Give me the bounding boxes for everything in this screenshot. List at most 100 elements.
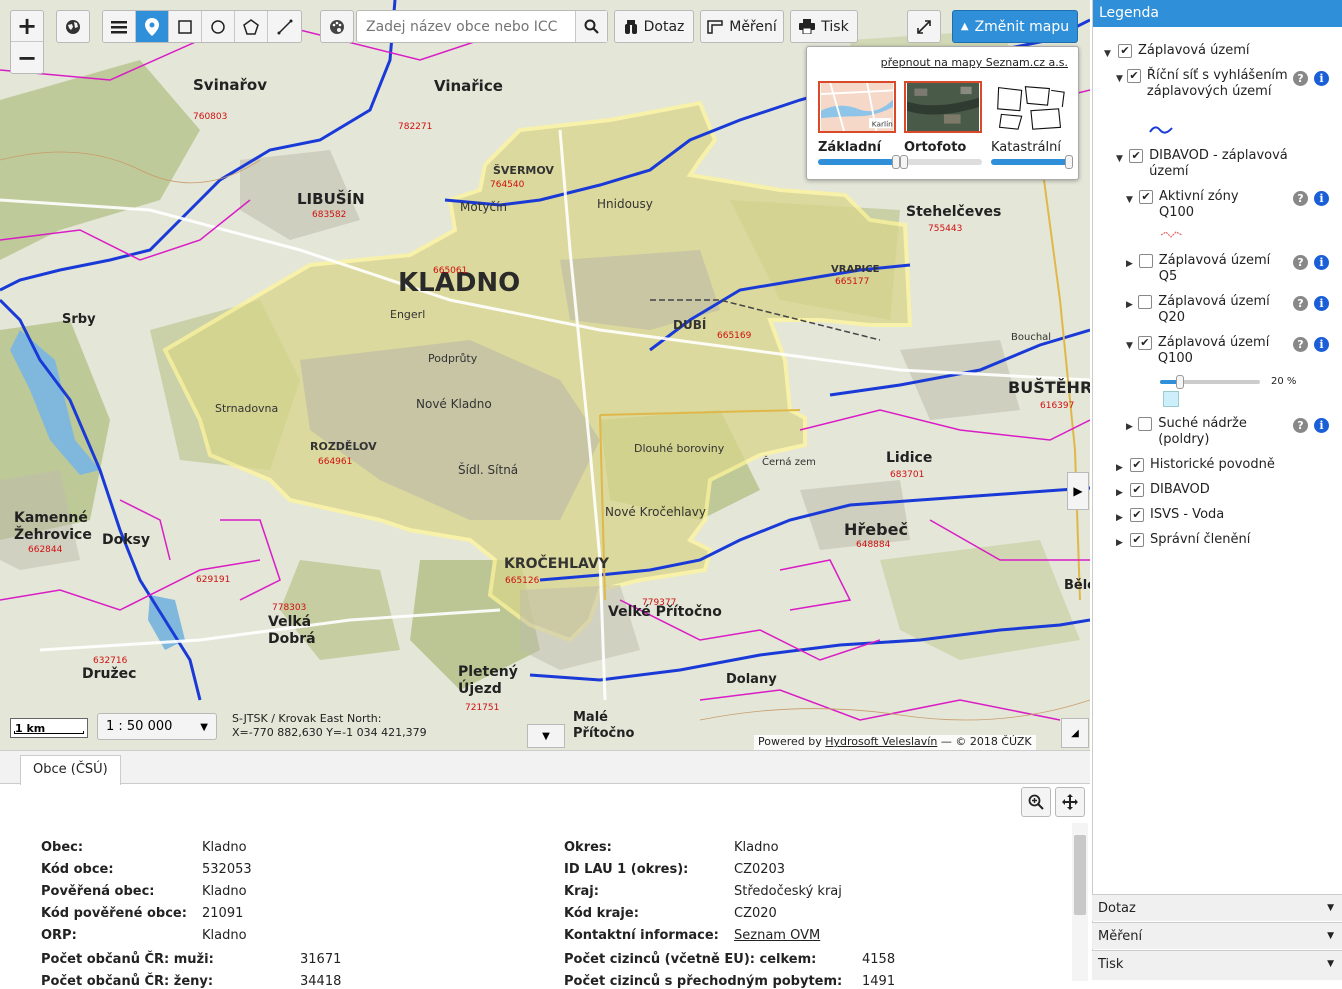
change-map-button[interactable]: ▲ Změnit mapu: [952, 10, 1078, 43]
circle-tool-button[interactable]: [202, 11, 235, 42]
basemap-zakladni-opacity[interactable]: [818, 155, 900, 169]
zoom-in-button[interactable]: +: [11, 11, 43, 42]
map-canvas[interactable]: KLADNO 665061 LIBUŠÍN 683582 Svinařov 76…: [0, 0, 1090, 750]
info-label: Pověřená obec:: [41, 884, 155, 899]
q100-opacity-value: 20 %: [1271, 376, 1297, 387]
tree-expanded-icon[interactable]: ▼: [1116, 151, 1125, 167]
place-label-vinarice: Vinařice: [434, 77, 503, 95]
mereni-button[interactable]: Měření: [700, 10, 784, 43]
vertical-scrollbar[interactable]: [1072, 823, 1088, 981]
checkbox-checked-icon[interactable]: ✔: [1137, 336, 1152, 350]
expand-right-button[interactable]: ▶: [1067, 472, 1089, 510]
tree-collapsed-icon[interactable]: ▶: [1126, 256, 1135, 272]
tree-expanded-icon[interactable]: ▼: [1126, 338, 1134, 354]
q100-opacity-slider[interactable]: [1160, 375, 1260, 389]
checkbox-checked-icon[interactable]: ✔: [1130, 508, 1144, 522]
checkbox-unchecked-icon[interactable]: [1138, 417, 1153, 431]
pan-to-feature-button[interactable]: [1055, 787, 1085, 817]
basemap-katastralni-opacity[interactable]: [991, 155, 1073, 169]
palette-button[interactable]: [320, 10, 354, 43]
basemap-ortofoto[interactable]: Ortofoto: [900, 81, 982, 169]
line-tool-button[interactable]: [268, 11, 301, 42]
attribution-link[interactable]: Hydrosoft Veleslavín: [825, 735, 937, 748]
legend-item-spravni-cleneni[interactable]: ▶ ✔ Správní členění: [1116, 532, 1250, 551]
scale-select[interactable]: 1 : 50 000 ▼: [97, 713, 217, 740]
menu-button[interactable]: [103, 11, 136, 42]
checkbox-checked-icon[interactable]: ✔: [1139, 190, 1154, 204]
info-icon[interactable]: i: [1314, 418, 1329, 433]
checkbox-checked-icon[interactable]: ✔: [1130, 483, 1144, 497]
legend-item-ricni-sit[interactable]: ▼ ✔ Říční síť s vyhlášením záplavových ú…: [1116, 68, 1296, 100]
seznam-ovm-link[interactable]: Seznam OVM: [734, 928, 820, 943]
place-code-druzec: 632716: [93, 656, 128, 666]
info-icon[interactable]: i: [1314, 255, 1329, 270]
polygon-tool-button[interactable]: [235, 11, 268, 42]
globe-button[interactable]: [56, 10, 90, 43]
accordion-mereni[interactable]: Měření ▼: [1092, 922, 1342, 949]
active-zone-swatch: [1160, 231, 1183, 238]
search-input[interactable]: [357, 11, 575, 42]
legend-item-q100[interactable]: ▼ ✔ Záplavová území Q100: [1126, 335, 1276, 367]
coords-value: X=-770 882,630 Y=-1 034 421,379: [232, 726, 427, 739]
info-icon[interactable]: i: [1314, 191, 1329, 206]
basemap-katastralni[interactable]: Katastrální: [991, 81, 1073, 169]
binoculars-icon: [624, 19, 637, 34]
tree-expanded-icon[interactable]: ▼: [1104, 46, 1114, 62]
rectangle-tool-button[interactable]: [169, 11, 202, 42]
checkbox-unchecked-icon[interactable]: [1138, 295, 1153, 309]
tree-collapsed-icon[interactable]: ▶: [1126, 419, 1134, 435]
tree-expanded-icon[interactable]: ▼: [1126, 192, 1135, 208]
checkbox-checked-icon[interactable]: ✔: [1126, 69, 1141, 83]
corner-resize-button[interactable]: ◢: [1061, 718, 1089, 748]
info-icon[interactable]: i: [1314, 71, 1329, 86]
place-label-doksy: Doksy: [102, 532, 151, 548]
checkbox-checked-icon[interactable]: ✔: [1130, 458, 1144, 472]
help-icon[interactable]: ?: [1293, 418, 1308, 433]
basemap-ortofoto-opacity[interactable]: [900, 155, 982, 169]
legend-item-zaplavova-uzemi[interactable]: ▼ ✔ Záplavová území: [1104, 43, 1249, 62]
seznam-maps-link[interactable]: přepnout na mapy Seznam.cz a.s.: [881, 56, 1068, 69]
place-label-hrebec: Hřebeč: [844, 520, 908, 539]
info-icon[interactable]: i: [1314, 337, 1329, 352]
scale-bar: 1 km: [10, 718, 88, 738]
tree-collapsed-icon[interactable]: ▶: [1116, 485, 1126, 501]
checkbox-checked-icon[interactable]: ✔: [1130, 533, 1144, 547]
legend-item-isvs-voda[interactable]: ▶ ✔ ISVS - Voda: [1116, 507, 1224, 526]
accordion-tisk[interactable]: Tisk ▼: [1092, 950, 1342, 980]
basemap-zakladni[interactable]: Karlín Základní: [818, 81, 900, 169]
legend-item-suche-nadrze[interactable]: ▶ Suché nádrže (poldry): [1126, 416, 1276, 448]
fullscreen-button[interactable]: [907, 10, 941, 43]
search-button[interactable]: [575, 11, 607, 42]
collapse-bottom-button[interactable]: ▼: [527, 724, 565, 748]
zoom-to-feature-button[interactable]: [1021, 787, 1051, 817]
help-icon[interactable]: ?: [1293, 71, 1308, 86]
help-icon[interactable]: ?: [1293, 337, 1308, 352]
checkbox-unchecked-icon[interactable]: [1138, 254, 1153, 268]
tree-expanded-icon[interactable]: ▼: [1116, 71, 1123, 87]
tree-collapsed-icon[interactable]: ▶: [1116, 510, 1126, 526]
dotaz-button[interactable]: Dotaz: [614, 10, 694, 43]
legend-item-aktivni-zony[interactable]: ▼ ✔ Aktivní zóny Q100: [1126, 189, 1266, 221]
legend-label: Správní členění: [1150, 532, 1251, 547]
legend-item-q20[interactable]: ▶ Záplavová území Q20: [1126, 294, 1276, 326]
point-tool-button[interactable]: [136, 11, 169, 42]
help-icon[interactable]: ?: [1293, 296, 1308, 311]
place-label-bustehrad: BUŠTĚHRAD: [1008, 378, 1090, 397]
accordion-dotaz[interactable]: Dotaz ▼: [1092, 894, 1342, 921]
tab-obce-csu[interactable]: Obce (ČSÚ): [20, 755, 121, 785]
tisk-button[interactable]: Tisk: [790, 10, 858, 43]
tree-collapsed-icon[interactable]: ▶: [1126, 297, 1134, 313]
checkbox-checked-icon[interactable]: ✔: [1129, 149, 1144, 163]
zoom-out-button[interactable]: −: [11, 42, 43, 73]
tree-collapsed-icon[interactable]: ▶: [1116, 535, 1126, 551]
legend-item-historicke-povodne[interactable]: ▶ ✔ Historické povodně: [1116, 457, 1275, 476]
info-icon[interactable]: i: [1314, 296, 1329, 311]
legend-item-q5[interactable]: ▶ Záplavová území Q5: [1126, 253, 1276, 285]
legend-item-dibavod-zaplavova[interactable]: ▼ ✔ DIBAVOD - záplavová území: [1116, 148, 1316, 180]
help-icon[interactable]: ?: [1293, 255, 1308, 270]
help-icon[interactable]: ?: [1293, 191, 1308, 206]
checkbox-checked-icon[interactable]: ✔: [1118, 44, 1132, 58]
legend-item-dibavod[interactable]: ▶ ✔ DIBAVOD: [1116, 482, 1210, 501]
palette-icon: [330, 19, 344, 34]
tree-collapsed-icon[interactable]: ▶: [1116, 460, 1126, 476]
